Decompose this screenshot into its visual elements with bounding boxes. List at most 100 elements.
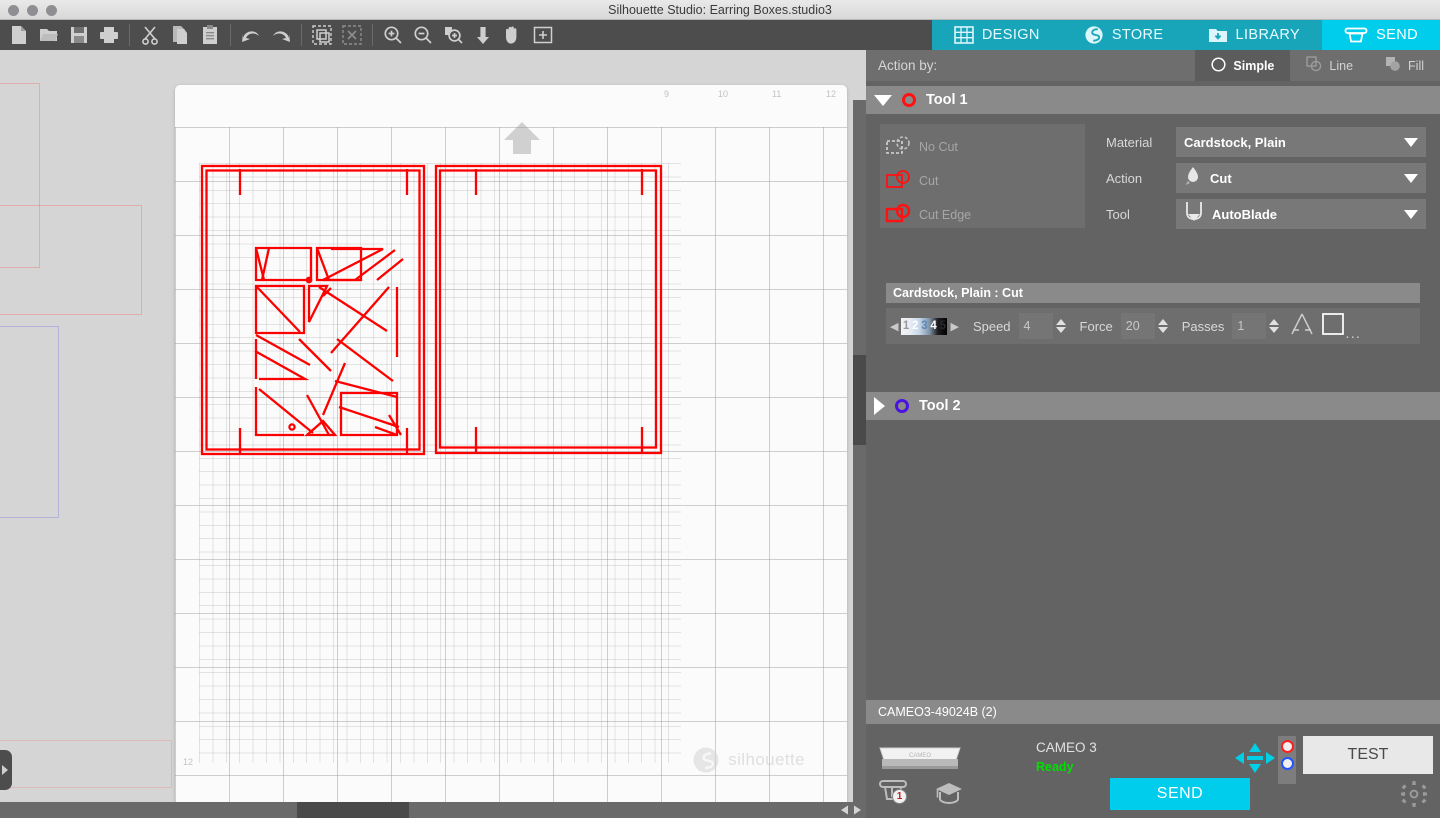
chevron-right-icon[interactable]	[874, 397, 885, 415]
blade-depth-3[interactable]: 3	[921, 320, 927, 332]
cut-edge-icon	[885, 202, 915, 229]
horizontal-scroll-thumb[interactable]	[297, 802, 409, 818]
speed-stepper[interactable]	[1055, 319, 1066, 333]
toolbar-separator	[372, 24, 373, 46]
cut-mode-cut-edge[interactable]: Cut Edge	[885, 198, 1085, 232]
device-model-label: CAMEO 3	[1036, 740, 1097, 755]
copy-icon[interactable]	[165, 20, 195, 50]
passes-input[interactable]: 1	[1232, 313, 1267, 339]
send-button[interactable]: SEND	[1110, 778, 1250, 810]
send-panel: Action by: Simple Line Fill Tool 1 No Cu…	[866, 50, 1440, 818]
test-button[interactable]: TEST	[1303, 736, 1433, 774]
fit-to-page-icon[interactable]	[468, 20, 498, 50]
force-increase-icon[interactable]	[1157, 319, 1168, 325]
chevron-down-icon[interactable]	[874, 94, 892, 106]
more-options-ellipsis-icon[interactable]: ...	[1345, 325, 1361, 342]
cut-icon[interactable]	[135, 20, 165, 50]
cut-mode-cut[interactable]: Cut	[885, 164, 1085, 198]
tab-send-label: SEND	[1376, 27, 1418, 43]
add-view-icon[interactable]	[528, 20, 558, 50]
svg-text:CAMEO: CAMEO	[909, 753, 931, 759]
test-button-label: TEST	[1347, 746, 1389, 763]
zoom-selection-icon[interactable]	[438, 20, 468, 50]
device-status: Ready	[1036, 760, 1074, 774]
tool-label: Tool	[1106, 206, 1130, 222]
force-decrease-icon[interactable]	[1157, 327, 1168, 333]
passes-stepper[interactable]	[1269, 319, 1280, 333]
cut-artwork[interactable]	[199, 163, 683, 767]
device-info: CAMEO CAMEO 3 Ready TEST	[866, 724, 1440, 786]
cut-icon	[885, 168, 915, 195]
passes-decrease-icon[interactable]	[1269, 327, 1280, 333]
blade-depth-1[interactable]: 1	[903, 320, 909, 332]
tab-library[interactable]: LIBRARY	[1185, 20, 1323, 50]
material-summary-label: Cardstock, Plain : Cut	[893, 286, 1023, 300]
force-input[interactable]: 20	[1120, 313, 1155, 339]
action-by-line[interactable]: Line	[1290, 50, 1369, 81]
horizontal-scroll-buttons[interactable]	[838, 804, 864, 816]
cut-settings-row: ◀ 1 2 3 4 5 ▶ Speed 4 Force 20 Passes 1	[886, 308, 1420, 344]
blade-depth-5[interactable]: 5	[940, 320, 946, 332]
print-icon[interactable]	[94, 20, 124, 50]
cut-mode-no-cut[interactable]: No Cut	[885, 130, 1085, 164]
speed-input[interactable]: 4	[1018, 313, 1053, 339]
passes-increase-icon[interactable]	[1269, 319, 1280, 325]
tool1-header[interactable]: Tool 1	[866, 86, 1440, 114]
force-stepper[interactable]	[1157, 319, 1168, 333]
square-outline-icon[interactable]	[1321, 312, 1345, 341]
line-segment-overcut-icon[interactable]	[1289, 311, 1315, 342]
tab-store[interactable]: STORE	[1061, 20, 1186, 50]
autoblade-icon	[1184, 201, 1204, 228]
force-label: Force	[1079, 318, 1113, 334]
save-icon[interactable]	[64, 20, 94, 50]
passes-label: Passes	[1181, 318, 1225, 334]
blade-depth-increase-icon[interactable]: ▶	[950, 320, 958, 333]
undo-icon[interactable]	[236, 20, 266, 50]
blade-depth-2[interactable]: 2	[912, 320, 918, 332]
tool2-header[interactable]: Tool 2	[866, 392, 1440, 420]
chevron-down-icon[interactable]	[1404, 209, 1418, 219]
tab-design[interactable]: DESIGN	[931, 20, 1062, 50]
blade-depth-scale[interactable]: 1 2 3 4 5	[901, 317, 948, 335]
pan-hand-icon[interactable]	[498, 20, 528, 50]
settings-gear-icon[interactable]	[1400, 780, 1428, 813]
ruler-number: 9	[664, 89, 670, 99]
chevron-down-icon[interactable]	[1404, 173, 1418, 183]
speed-decrease-icon[interactable]	[1055, 327, 1066, 333]
action-select[interactable]: Cut	[1176, 163, 1426, 193]
select-all-icon[interactable]	[307, 20, 337, 50]
tool-led-indicators	[1278, 736, 1296, 784]
redo-icon[interactable]	[266, 20, 296, 50]
action-by-fill[interactable]: Fill	[1369, 50, 1440, 81]
machine-thumbnail: CAMEO	[876, 740, 964, 779]
tool-select[interactable]: AutoBlade	[1176, 199, 1426, 229]
material-select[interactable]: Cardstock, Plain	[1176, 127, 1426, 157]
design-canvas[interactable]: 9 10 11 12 12 silhouette	[0, 50, 866, 818]
watermark-label: silhouette	[728, 750, 805, 769]
ruler-number: 10	[718, 89, 729, 99]
open-document-icon[interactable]	[34, 20, 64, 50]
canvas-horizontal-scrollbar[interactable]	[0, 802, 866, 818]
cutting-mat-page[interactable]: 9 10 11 12 12 silhouette	[175, 85, 847, 810]
new-document-icon[interactable]	[4, 20, 34, 50]
chevron-down-icon[interactable]	[1404, 137, 1418, 147]
deselect-all-icon[interactable]	[337, 20, 367, 50]
vertical-scroll-thumb[interactable]	[853, 355, 866, 445]
action-by-simple[interactable]: Simple	[1195, 50, 1291, 81]
tutorial-graduation-cap-icon[interactable]	[934, 779, 964, 812]
paste-icon[interactable]	[195, 20, 225, 50]
ruler-number: 11	[772, 89, 782, 99]
speed-increase-icon[interactable]	[1055, 319, 1066, 325]
cut-mode-cut-label: Cut	[919, 174, 939, 188]
blade-depth-4[interactable]: 4	[930, 320, 936, 332]
tab-send[interactable]: SEND	[1322, 20, 1440, 50]
zoom-in-icon[interactable]	[378, 20, 408, 50]
toolbar-separator	[301, 24, 302, 46]
blade-depth-control[interactable]: ◀ 1 2 3 4 5 ▶	[890, 317, 959, 335]
left-panel-expand-handle[interactable]	[0, 750, 12, 790]
blade-depth-decrease-icon[interactable]: ◀	[890, 320, 898, 333]
directional-pad-icon[interactable]	[1234, 742, 1276, 779]
zoom-out-icon[interactable]	[408, 20, 438, 50]
cutter-queue-icon[interactable]: 1	[878, 777, 912, 814]
canvas-vertical-scrollbar[interactable]	[853, 100, 866, 818]
